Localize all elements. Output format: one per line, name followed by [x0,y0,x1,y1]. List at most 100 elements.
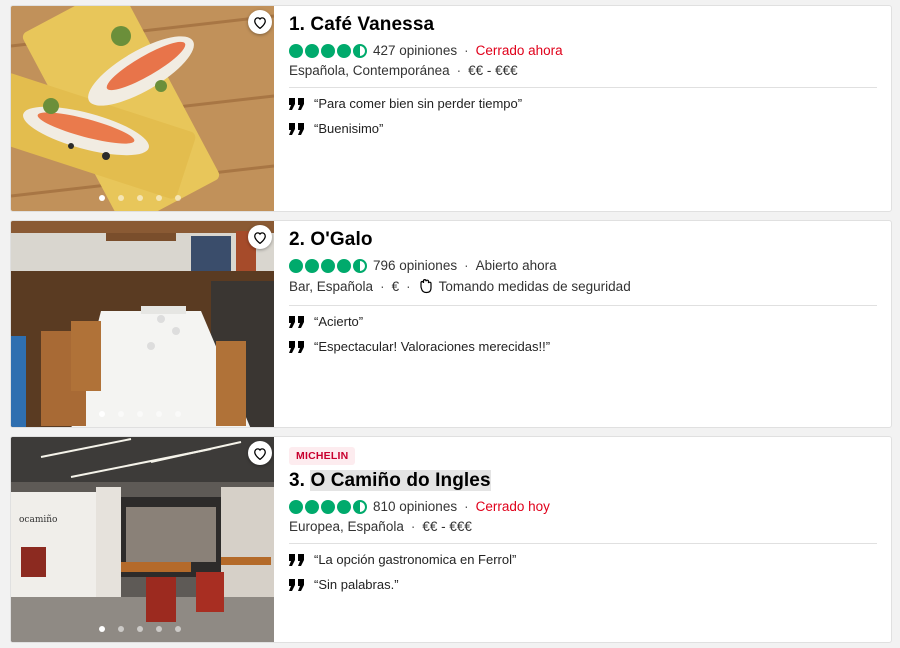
review-snippet[interactable]: “Acierto” [289,314,877,329]
restaurant-info: 1. Café Vanessa 427 opiniones · Cerrado … [289,6,877,136]
review-count[interactable]: 810 opiniones [373,499,457,514]
rating-bubble-icon [289,43,303,58]
review-text: “Acierto” [314,314,364,329]
restaurant-card[interactable]: 1. Café Vanessa 427 opiniones · Cerrado … [10,5,892,212]
restaurant-info: MICHELIN 3. O Camiño do Ingles 810 opini… [289,437,877,592]
rating-bubble-icon [321,499,335,514]
restaurant-photo[interactable] [11,6,274,211]
review-text: “Para comer bien sin perder tiempo” [314,96,523,111]
carousel-dot[interactable] [99,411,105,417]
restaurant-title[interactable]: 2. O'Galo [289,229,877,251]
open-status: Abierto ahora [475,258,557,273]
cuisine-types: Española, Contemporánea [289,63,450,78]
cuisine-types: Europea, Española [289,519,404,534]
separator-dot: · [406,278,411,294]
divider [289,87,877,88]
rating-bubble-half-icon [353,43,367,58]
rating-bubble-icon [305,499,319,514]
open-status: Cerrado hoy [475,499,550,514]
restaurant-card[interactable]: 2. O'Galo 796 opiniones · Abierto ahora … [10,220,892,428]
price-range: €€ - €€€ [468,63,518,78]
michelin-badge: MICHELIN [289,447,356,465]
carousel-dot[interactable] [118,626,124,632]
restaurant-photo[interactable] [11,221,274,427]
review-snippet[interactable]: “Para comer bien sin perder tiempo” [289,96,877,111]
quote-icon [289,315,304,328]
carousel-dot[interactable] [175,626,181,632]
restaurant-card[interactable]: ocamiño MICHELIN 3. O Camiño do Ingles 8… [10,436,892,643]
cuisine-types: Bar, Española [289,278,374,294]
rating-row: 796 opiniones · Abierto ahora [289,258,877,273]
rating-bubbles [289,258,367,273]
price-range: €€ - €€€ [422,519,472,534]
rating-bubble-icon [321,258,335,273]
review-snippet[interactable]: “Sin palabras.” [289,577,877,592]
restaurant-title[interactable]: 1. Café Vanessa [289,14,877,36]
review-snippet[interactable]: “Espectacular! Valoraciones merecidas!!” [289,339,877,354]
quote-icon [289,122,304,135]
separator-dot: · [380,278,385,294]
rating-row: 427 opiniones · Cerrado ahora [289,43,877,58]
heart-outline-icon [254,16,266,29]
save-heart-button[interactable] [248,441,272,465]
carousel-dot[interactable] [137,195,143,201]
carousel-dot[interactable] [118,411,124,417]
carousel-dot[interactable] [156,195,162,201]
review-count[interactable]: 427 opiniones [373,43,457,58]
separator-dot: · [464,43,469,58]
carousel-dot[interactable] [137,411,143,417]
open-status: Cerrado ahora [475,43,563,58]
carousel-dot[interactable] [99,626,105,632]
separator-dot: · [456,63,462,78]
review-text: “La opción gastronomica en Ferrol” [314,552,517,567]
rating-bubble-icon [289,499,303,514]
divider [289,305,877,306]
review-snippet[interactable]: “La opción gastronomica en Ferrol” [289,552,877,567]
cuisine-row: Española, Contemporánea · €€ - €€€ [289,63,877,78]
food-photo-image [11,6,274,211]
carousel-dot[interactable] [156,411,162,417]
rating-bubble-icon [321,43,335,58]
separator-dot: · [410,519,416,534]
restaurant-info: 2. O'Galo 796 opiniones · Abierto ahora … [289,221,877,354]
carousel-dot[interactable] [175,411,181,417]
restaurant-title[interactable]: 3. O Camiño do Ingles [289,470,877,492]
rating-bubble-icon [305,258,319,273]
carousel-dot[interactable] [99,195,105,201]
safety-measures[interactable]: Tomando medidas de seguridad [439,279,631,294]
carousel-dot[interactable] [137,626,143,632]
review-snippet[interactable]: “Buenisimo” [289,121,877,136]
rating-bubble-icon [337,43,351,58]
rating-bubbles [289,499,367,514]
rating-bubbles [289,43,367,58]
title-name: O Camiño do Ingles [310,470,491,491]
carousel-dots [99,411,181,417]
carousel-dot[interactable] [156,626,162,632]
review-text: “Sin palabras.” [314,577,399,592]
save-heart-button[interactable] [248,10,272,34]
carousel-dots [99,195,181,201]
quote-icon [289,97,304,110]
carousel-dot[interactable] [118,195,124,201]
rating-bubble-half-icon [353,499,367,514]
rating-bubble-half-icon [353,258,367,273]
rating-bubble-icon [289,258,303,273]
heart-outline-icon [254,447,266,460]
badge-row: MICHELIN [289,446,877,465]
restaurant-photo[interactable]: ocamiño [11,437,274,642]
svg-text:ocamiño: ocamiño [19,515,57,525]
title-rank: 3. [289,470,311,491]
review-count[interactable]: 796 opiniones [373,258,457,273]
price-range: € [391,278,400,294]
carousel-dot[interactable] [175,195,181,201]
review-text: “Buenisimo” [314,121,384,136]
quote-icon [289,340,304,353]
quote-icon [289,553,304,566]
save-heart-button[interactable] [248,225,272,249]
hand-wash-icon [419,278,432,294]
cuisine-row: Bar, Española · € · Tomando medidas de s… [289,278,877,294]
separator-dot: · [464,258,469,273]
rating-bubble-icon [305,43,319,58]
divider [289,543,877,544]
review-text: “Espectacular! Valoraciones merecidas!!” [314,339,551,354]
